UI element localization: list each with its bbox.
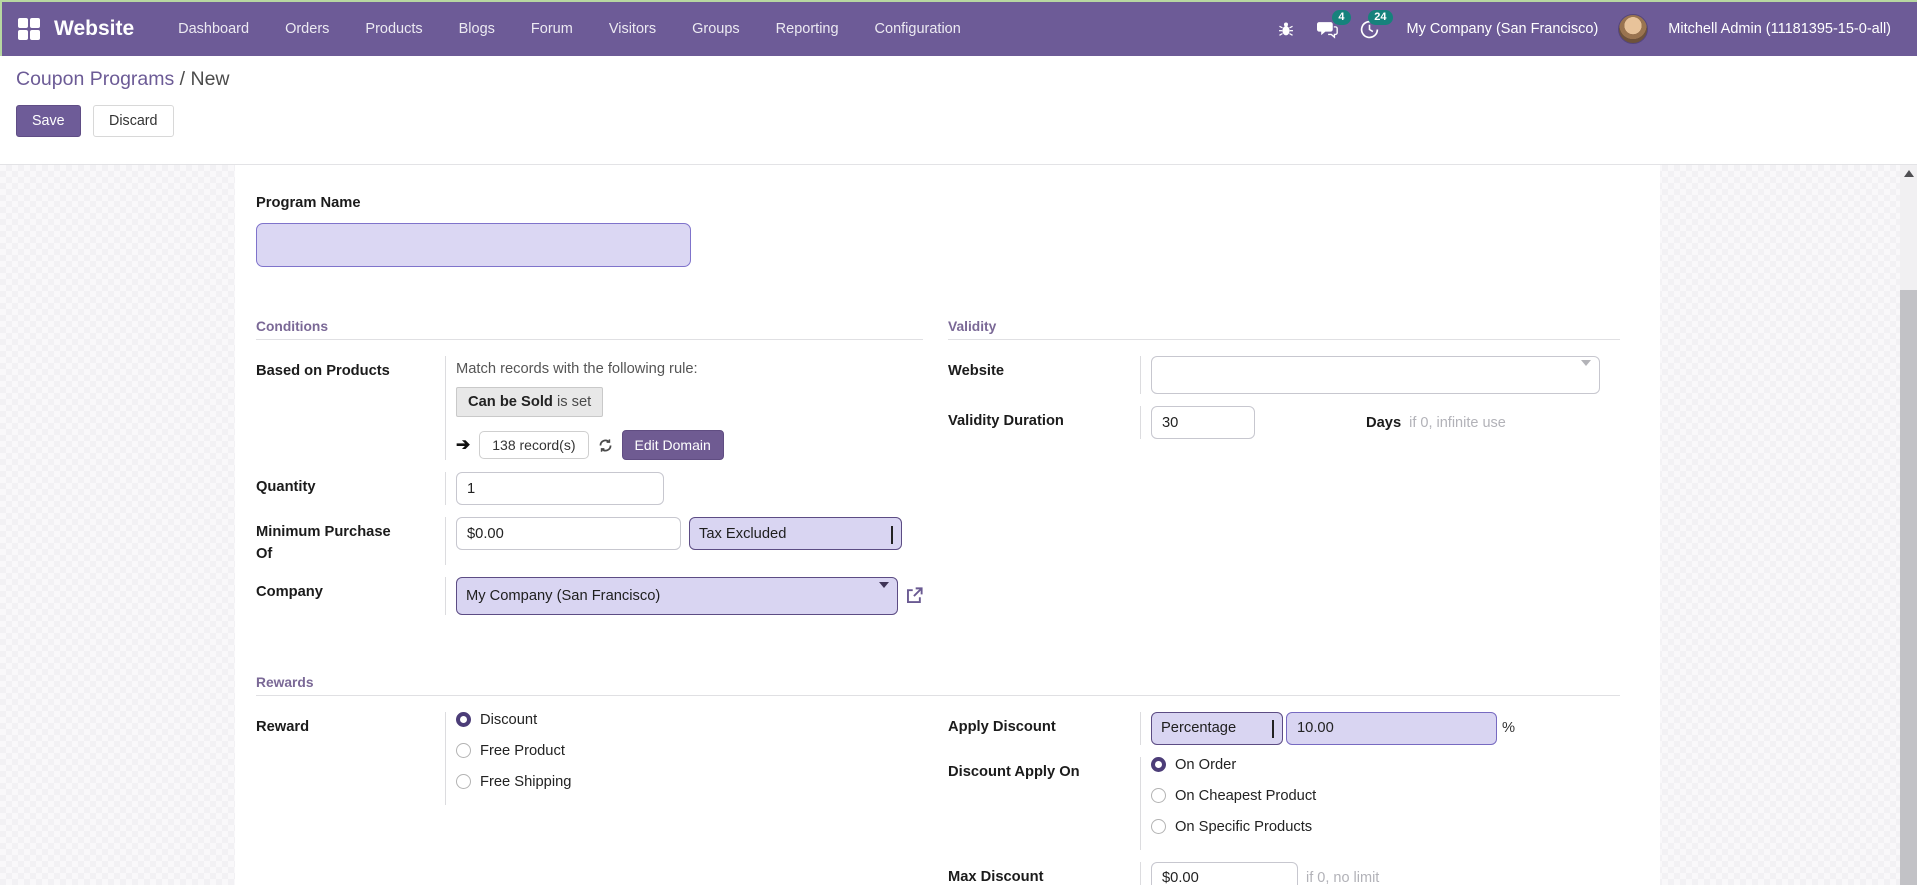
reward-option-label: Free Shipping [480, 773, 572, 790]
conditions-group: Conditions Based on Products Match recor… [256, 319, 923, 627]
duration-hint: if 0, infinite use [1409, 414, 1506, 431]
discount-type-select[interactable]: Percentage [1151, 711, 1283, 745]
top-navbar: Website Dashboard Orders Products Blogs … [0, 0, 1917, 56]
apply-on-option-label: On Order [1175, 756, 1237, 773]
save-button[interactable]: Save [16, 105, 81, 137]
form-sheet: Program Name Conditions Based on Product… [235, 165, 1660, 885]
reward-radio-free-product[interactable]: Free Product [456, 743, 923, 759]
program-name-input[interactable] [256, 223, 691, 268]
max-discount-hint: if 0, no limit [1306, 870, 1380, 885]
website-select[interactable] [1151, 356, 1600, 395]
menu-forum[interactable]: Forum [513, 3, 591, 55]
breadcrumb: Coupon Programs / New [16, 68, 1901, 91]
company-select[interactable]: My Company (San Francisco) [456, 576, 898, 615]
radio-selected-icon [456, 712, 471, 728]
discard-button[interactable]: Discard [93, 105, 174, 137]
radio-selected-icon [1151, 757, 1166, 773]
company-switcher[interactable]: My Company (San Francisco) [1395, 21, 1611, 37]
max-discount-label: Max Discount Amount [948, 868, 1044, 885]
reward-label: Reward [256, 718, 310, 735]
validity-duration-input[interactable] [1151, 406, 1255, 440]
domain-rule-operator: is set [552, 394, 592, 411]
form-background: Program Name Conditions Based on Product… [0, 165, 1917, 885]
apply-on-radio-cheapest-product[interactable]: On Cheapest Product [1151, 788, 1620, 804]
max-discount-input[interactable] [1151, 861, 1298, 885]
menu-configuration[interactable]: Configuration [857, 3, 979, 55]
chevron-down-icon [891, 525, 893, 544]
minimum-purchase-input[interactable] [456, 517, 681, 551]
tax-mode-value: Tax Excluded [699, 525, 787, 542]
scrollbar[interactable] [1900, 165, 1917, 885]
radio-unselected-icon [1151, 788, 1166, 804]
apply-on-option-label: On Specific Products [1175, 818, 1313, 835]
main-menu: Dashboard Orders Products Blogs Forum Vi… [160, 3, 979, 55]
arrow-right-icon: ➔ [456, 435, 471, 455]
domain-rule-intro: Match records with the following rule: [456, 361, 698, 378]
apply-on-radio-on-order[interactable]: On Order [1151, 757, 1620, 773]
validity-title: Validity [948, 319, 1620, 341]
apps-grid-icon[interactable] [18, 18, 40, 40]
menu-orders[interactable]: Orders [267, 3, 347, 55]
reward-radio-discount[interactable]: Discount [456, 712, 923, 728]
conditions-title: Conditions [256, 319, 923, 341]
quantity-label: Quantity [256, 479, 316, 496]
app-name[interactable]: Website [54, 17, 134, 41]
discount-type-value: Percentage [1161, 720, 1237, 737]
activities-clock-icon[interactable]: 24 [1353, 10, 1393, 46]
menu-dashboard[interactable]: Dashboard [160, 3, 267, 55]
days-unit-label: Days [1366, 414, 1402, 431]
refresh-icon[interactable] [598, 438, 613, 453]
breadcrumb-new: / New [179, 68, 230, 90]
company-label: Company [256, 583, 323, 600]
apply-on-option-label: On Cheapest Product [1175, 787, 1317, 804]
domain-rule-tag[interactable]: Can be Sold is set [456, 387, 604, 418]
rewards-title: Rewards [256, 675, 1620, 696]
menu-blogs[interactable]: Blogs [441, 3, 513, 55]
chevron-down-icon [1272, 720, 1274, 739]
apply-discount-label: Apply Discount [948, 718, 1056, 735]
records-count-button[interactable]: 138 record(s) [479, 431, 589, 460]
company-value: My Company (San Francisco) [466, 587, 661, 604]
user-menu[interactable]: Mitchell Admin (11181395-15-0-all) [1656, 21, 1903, 37]
dropdown-caret-icon [1581, 360, 1591, 384]
breadcrumb-coupon-programs[interactable]: Coupon Programs [16, 68, 174, 90]
user-avatar[interactable] [1618, 14, 1649, 44]
rewards-group: Rewards Reward Discount Free Product Fre… [256, 675, 1620, 885]
reward-option-label: Discount [480, 711, 538, 728]
activity-count-badge: 24 [1368, 10, 1393, 25]
radio-unselected-icon [1151, 819, 1166, 835]
menu-groups[interactable]: Groups [674, 3, 758, 55]
discount-percentage-input[interactable] [1286, 711, 1497, 745]
scroll-up-button[interactable] [1900, 165, 1917, 182]
menu-products[interactable]: Products [347, 3, 440, 55]
website-label: Website [948, 363, 1005, 380]
domain-rule-field: Can be Sold [468, 394, 553, 411]
bug-icon[interactable] [1269, 12, 1303, 46]
menu-visitors[interactable]: Visitors [591, 3, 674, 55]
quantity-input[interactable] [456, 472, 664, 506]
minimum-purchase-label: Minimum Purchase Of [256, 524, 391, 562]
edit-domain-button[interactable]: Edit Domain [621, 430, 724, 461]
dropdown-caret-icon [879, 581, 889, 604]
messages-icon[interactable]: 4 [1311, 10, 1351, 46]
radio-unselected-icon [456, 743, 471, 759]
menu-reporting[interactable]: Reporting [758, 3, 857, 55]
scrollbar-thumb[interactable] [1900, 290, 1917, 885]
tax-mode-select[interactable]: Tax Excluded [689, 517, 902, 551]
message-count-badge: 4 [1332, 10, 1351, 25]
external-link-icon[interactable] [905, 586, 924, 605]
apply-on-radio-specific-products[interactable]: On Specific Products [1151, 819, 1620, 835]
validity-duration-label: Validity Duration [948, 413, 1064, 430]
validity-group: Validity Website Validity Duration 30 Da… [948, 319, 1620, 627]
percent-suffix: % [1502, 720, 1516, 737]
based-on-products-label: Based on Products [256, 363, 390, 380]
program-name-label: Program Name [256, 195, 361, 211]
control-panel: Coupon Programs / New Save Discard [0, 56, 1917, 165]
reward-radio-free-shipping[interactable]: Free Shipping [456, 774, 923, 790]
radio-unselected-icon [456, 774, 471, 790]
reward-option-label: Free Product [480, 742, 565, 759]
discount-apply-on-label: Discount Apply On [948, 763, 1080, 780]
